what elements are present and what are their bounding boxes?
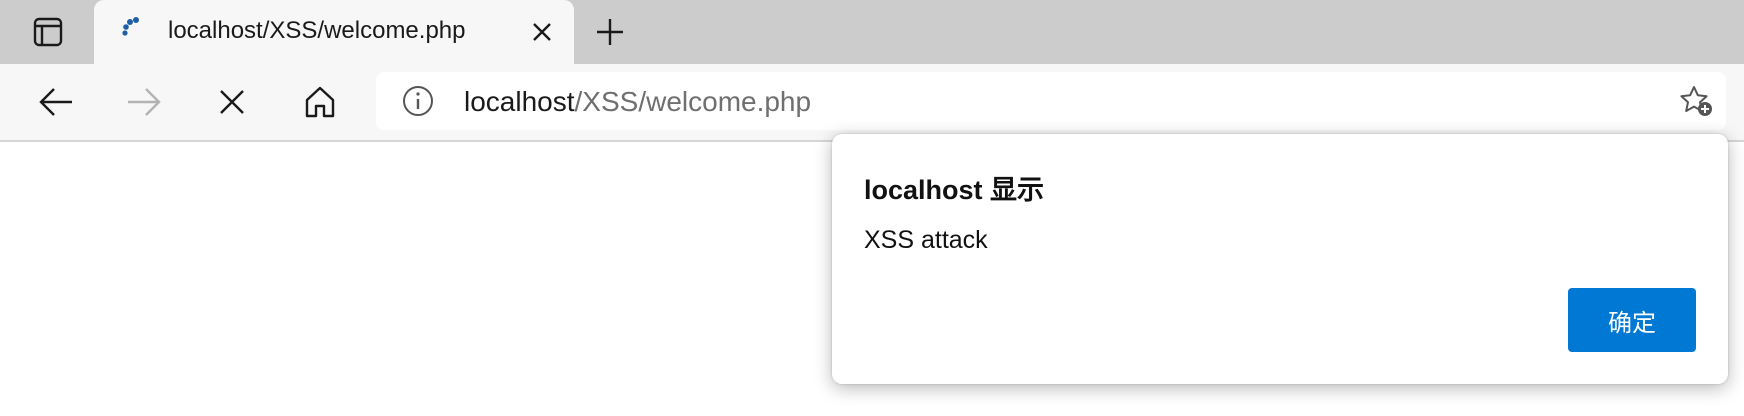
plus-icon — [597, 19, 623, 45]
navigation-toolbar: localhost/XSS/welcome.php — [0, 64, 1744, 142]
add-to-favorites-button[interactable] — [1676, 82, 1716, 120]
close-icon — [220, 90, 244, 114]
tab-actions-button[interactable] — [14, 10, 82, 54]
home-button[interactable] — [292, 78, 348, 126]
tab-actions-icon — [33, 17, 63, 47]
ok-button[interactable]: 确定 — [1568, 288, 1696, 352]
tab-strip: localhost/XSS/welcome.php — [0, 0, 1744, 64]
new-tab-button[interactable] — [588, 12, 632, 52]
active-tab[interactable]: localhost/XSS/welcome.php — [94, 0, 574, 64]
url-path: /XSS/welcome.php — [574, 86, 812, 117]
home-icon — [305, 86, 335, 118]
arrow-left-icon — [39, 88, 72, 116]
star-add-icon — [1680, 86, 1712, 116]
tab-title: localhost/XSS/welcome.php — [168, 17, 466, 44]
close-icon — [533, 23, 551, 41]
back-button[interactable] — [28, 78, 84, 126]
alert-dialog: localhost 显示 XSS attack 确定 — [832, 134, 1728, 384]
forward-button[interactable] — [116, 78, 172, 126]
dialog-message: XSS attack — [864, 226, 988, 254]
arrow-right-icon — [128, 88, 161, 116]
dialog-title: localhost 显示 — [864, 175, 1045, 205]
info-icon[interactable] — [402, 85, 434, 117]
url-text[interactable]: localhost/XSS/welcome.php — [464, 86, 811, 118]
tab-close-button[interactable] — [526, 16, 558, 48]
stop-loading-button[interactable] — [204, 78, 260, 126]
loading-spinner-icon — [122, 17, 139, 36]
address-bar[interactable]: localhost/XSS/welcome.php — [376, 72, 1726, 130]
url-host: localhost — [464, 86, 575, 117]
